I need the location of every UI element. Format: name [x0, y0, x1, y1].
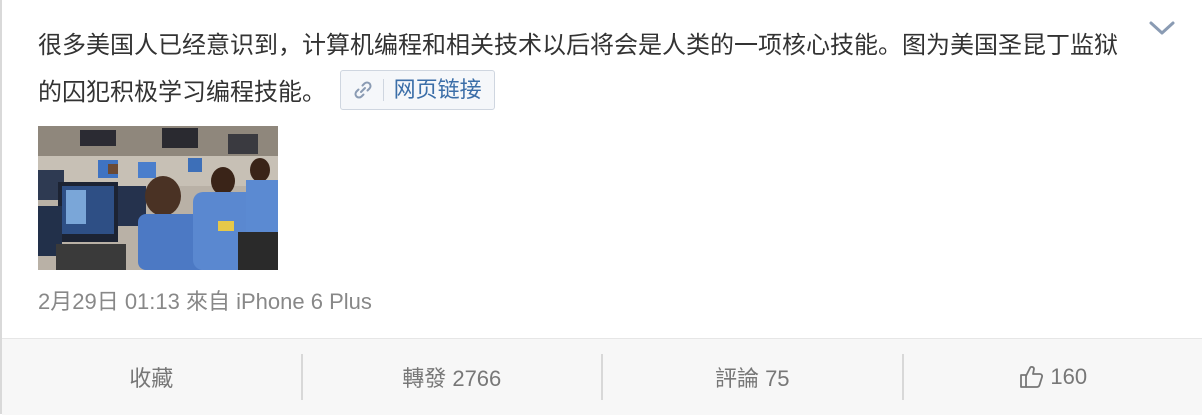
post-photo-thumbnail[interactable] — [38, 126, 278, 270]
favorite-label: 收藏 — [129, 366, 174, 391]
thumbs-up-icon — [1020, 366, 1044, 388]
weibo-post-card: 很多美国人已经意识到，计算机编程和相关技术以后将会是人类的一项核心技能。图为美国… — [0, 0, 1202, 415]
repost-button[interactable]: 轉發 2766 — [303, 354, 603, 400]
like-count: 160 — [1050, 364, 1088, 389]
repost-label: 轉發 2766 — [402, 366, 502, 391]
post-meta: 2月29日 01:13 來自 iPhone 6 Plus — [38, 284, 372, 316]
web-link-button[interactable]: 网页链接 — [339, 70, 495, 110]
link-icon — [354, 81, 372, 99]
comment-button[interactable]: 評論 75 — [603, 354, 904, 400]
action-bar: 收藏 轉發 2766 評論 75 160 — [2, 338, 1202, 415]
post-text-block: 很多美国人已经意识到，计算机编程和相关技术以后将会是人类的一项核心技能。图为美国… — [38, 22, 1138, 116]
chevron-down-icon[interactable] — [1148, 18, 1176, 38]
chip-divider — [382, 79, 384, 101]
classroom-photo — [38, 126, 278, 270]
web-link-label: 网页链接 — [393, 77, 482, 103]
post-source: 來自 iPhone 6 Plus — [186, 289, 372, 314]
like-button[interactable]: 160 — [904, 354, 1203, 400]
post-text: 很多美国人已经意识到，计算机编程和相关技术以后将会是人类的一项核心技能。图为美国… — [38, 31, 1118, 106]
favorite-button[interactable]: 收藏 — [2, 354, 303, 400]
comment-label: 評論 75 — [714, 366, 790, 391]
post-timestamp[interactable]: 2月29日 01:13 — [38, 289, 180, 314]
